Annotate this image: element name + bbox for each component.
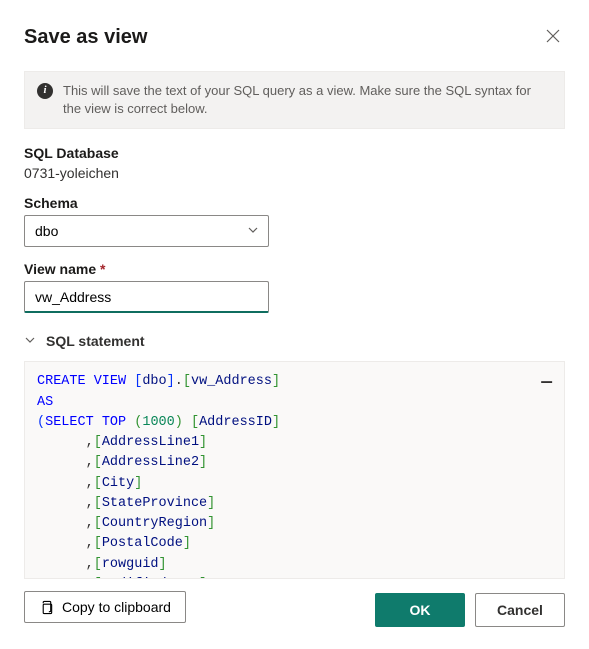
- dialog-title: Save as view: [24, 26, 147, 49]
- schema-select[interactable]: dbo: [24, 215, 269, 247]
- sql-statement-label: SQL statement: [46, 333, 145, 349]
- viewname-input[interactable]: [24, 281, 269, 313]
- viewname-label: View name *: [24, 261, 565, 277]
- info-text: This will save the text of your SQL quer…: [63, 82, 552, 118]
- close-button[interactable]: [541, 24, 565, 51]
- copy-icon: [39, 600, 54, 615]
- info-banner: i This will save the text of your SQL qu…: [24, 71, 565, 129]
- schema-label: Schema: [24, 195, 565, 211]
- info-icon: i: [37, 83, 53, 99]
- database-value: 0731-yoleichen: [24, 165, 565, 181]
- cancel-button[interactable]: Cancel: [475, 593, 565, 627]
- database-label: SQL Database: [24, 145, 565, 161]
- ok-button[interactable]: OK: [375, 593, 465, 627]
- copy-to-clipboard-button[interactable]: Copy to clipboard: [24, 591, 186, 623]
- sql-code-area[interactable]: —CREATE VIEW [dbo].[vw_Address] AS (SELE…: [24, 361, 565, 579]
- sql-statement-toggle[interactable]: SQL statement: [24, 333, 565, 349]
- required-asterisk: *: [100, 261, 105, 277]
- chevron-down-icon: [24, 333, 36, 349]
- close-icon: [545, 28, 561, 44]
- minimap-indicator: —: [541, 370, 550, 397]
- copy-button-label: Copy to clipboard: [62, 599, 171, 615]
